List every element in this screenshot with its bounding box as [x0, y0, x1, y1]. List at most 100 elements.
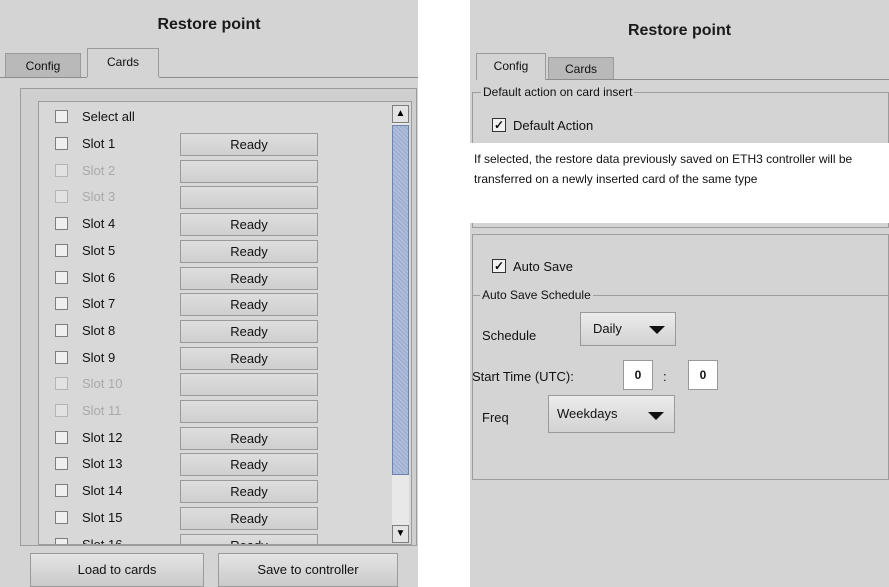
default-action-checkbox[interactable]: ✓ — [492, 118, 506, 132]
select-all-row[interactable]: Select all — [39, 104, 389, 131]
slot-status: Ready — [180, 533, 318, 544]
select-all-checkbox[interactable] — [55, 110, 68, 123]
schedule-value: Daily — [593, 321, 622, 336]
slot-row: Slot 11 — [39, 398, 389, 425]
start-minute-input[interactable]: 0 — [688, 360, 718, 390]
slot-row[interactable]: Slot 4 Ready — [39, 211, 389, 238]
start-hour-input[interactable]: 0 — [623, 360, 653, 390]
scroll-up-icon[interactable]: ▲ — [392, 105, 409, 123]
scroll-down-icon[interactable]: ▼ — [392, 525, 409, 543]
tab-cards[interactable]: Cards — [87, 48, 159, 77]
vertical-scrollbar[interactable]: ▲ ▼ — [392, 105, 409, 543]
slot-row[interactable]: Slot 7 Ready — [39, 291, 389, 318]
check-icon: ✓ — [493, 118, 505, 132]
tab-cards-label: Cards — [106, 55, 139, 69]
slot-checkbox[interactable] — [55, 484, 68, 498]
slot-label: Slot 14 — [82, 483, 123, 499]
default-action-label: Default Action — [513, 118, 594, 133]
slot-checkbox — [55, 377, 68, 391]
slot-checkbox — [55, 404, 68, 417]
slot-checkbox[interactable] — [55, 243, 68, 257]
slot-label: Slot 4 — [82, 216, 116, 232]
auto-save-schedule-label: Auto Save Schedule — [480, 288, 593, 302]
freq-value: Weekdays — [557, 406, 618, 421]
slot-status: Ready — [180, 346, 318, 370]
slot-checkbox[interactable] — [55, 510, 68, 524]
default-action-description: If selected, the restore data previously… — [470, 143, 889, 223]
time-separator: : — [663, 369, 667, 384]
auto-save-checkbox[interactable]: ✓ — [492, 259, 506, 273]
tab-config-label: Config — [493, 59, 529, 73]
slot-label: Slot 9 — [82, 349, 116, 365]
slot-checkbox — [55, 190, 68, 204]
slot-status: Ready — [180, 293, 318, 317]
slot-checkbox[interactable] — [55, 297, 68, 311]
config-panel: Restore point Config Cards Default actio… — [470, 0, 889, 587]
schedule-select[interactable]: Daily — [580, 312, 676, 346]
tab-config-label: Config — [25, 59, 61, 73]
slot-checkbox[interactable] — [55, 217, 68, 231]
slot-label: Slot 15 — [82, 509, 123, 525]
slot-label: Slot 5 — [82, 242, 116, 258]
slot-checkbox[interactable] — [55, 270, 68, 284]
slot-status — [180, 400, 318, 423]
slot-status: Ready — [180, 213, 318, 237]
slot-row[interactable]: Slot 6 Ready — [39, 265, 389, 292]
slot-row: Slot 3 — [39, 184, 389, 211]
panel-title: Restore point — [157, 16, 261, 33]
slot-status: Ready — [180, 426, 318, 450]
load-to-cards-button[interactable]: Load to cards — [30, 553, 204, 587]
slot-row[interactable]: Slot 16 Ready — [39, 532, 389, 544]
slot-status — [180, 159, 318, 183]
freq-label: Freq — [482, 410, 509, 425]
slot-checkbox[interactable] — [55, 457, 68, 471]
slot-row[interactable]: Slot 13 Ready — [39, 451, 389, 478]
slot-label: Slot 12 — [82, 429, 123, 445]
slot-status: Ready — [180, 266, 318, 290]
chevron-down-icon — [648, 412, 664, 420]
slot-label: Slot 13 — [82, 456, 123, 472]
slot-row[interactable]: Slot 12 Ready — [39, 425, 389, 452]
slot-row[interactable]: Slot 14 Ready — [39, 478, 389, 505]
slot-row[interactable]: Slot 15 Ready — [39, 505, 389, 532]
slot-row[interactable]: Slot 1 Ready — [39, 131, 389, 158]
save-to-controller-button[interactable]: Save to controller — [218, 553, 398, 587]
auto-save-schedule-group: Auto Save Schedule — [472, 288, 889, 480]
slot-row[interactable]: Slot 8 Ready — [39, 318, 389, 345]
slot-status: Ready — [180, 239, 318, 263]
slot-label: Slot 2 — [82, 162, 116, 178]
slot-status: Ready — [180, 319, 318, 343]
slot-row[interactable]: Slot 5 Ready — [39, 238, 389, 265]
slot-label: Slot 10 — [82, 376, 123, 392]
slot-status: Ready — [180, 133, 318, 156]
tab-cards[interactable]: Cards — [548, 57, 614, 80]
slot-checkbox[interactable] — [55, 323, 68, 337]
default-action-group-label: Default action on card insert — [481, 85, 635, 99]
slot-status: Ready — [180, 453, 318, 477]
slot-status: Ready — [180, 480, 318, 504]
slot-status: Ready — [180, 506, 318, 530]
auto-save-label: Auto Save — [513, 259, 573, 274]
chevron-down-icon — [649, 326, 665, 334]
check-icon: ✓ — [493, 259, 505, 273]
scroll-thumb[interactable] — [392, 125, 409, 475]
slot-row: Slot 10 — [39, 371, 389, 398]
slot-status — [180, 373, 318, 397]
select-all-label: Select all — [82, 109, 135, 124]
slot-checkbox[interactable] — [55, 350, 68, 364]
panel-title: Restore point — [627, 22, 732, 39]
slot-label: Slot 11 — [82, 403, 122, 418]
tab-divider — [546, 79, 889, 80]
tab-divider — [0, 77, 87, 78]
slot-row[interactable]: Slot 9 Ready — [39, 345, 389, 372]
slot-label: Slot 6 — [82, 269, 116, 285]
tab-config[interactable]: Config — [5, 53, 81, 77]
slot-checkbox[interactable] — [55, 537, 68, 544]
slot-checkbox[interactable] — [55, 137, 68, 150]
freq-select[interactable]: Weekdays — [548, 395, 675, 433]
slot-checkbox[interactable] — [55, 430, 68, 444]
slot-label: Slot 3 — [82, 189, 116, 205]
tab-divider — [159, 77, 418, 78]
tab-config[interactable]: Config — [476, 53, 546, 80]
slot-label: Slot 7 — [82, 296, 116, 312]
